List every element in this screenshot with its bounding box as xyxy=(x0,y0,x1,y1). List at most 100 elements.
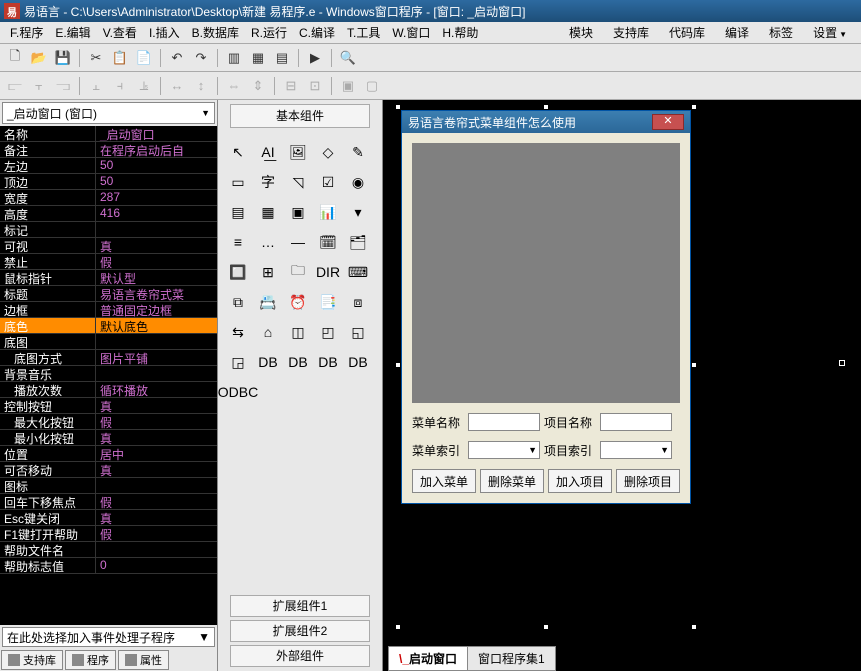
menu-edit[interactable]: E.编辑 xyxy=(49,22,96,43)
palette-icon-22[interactable]: 🗀 xyxy=(286,260,310,284)
palette-icon-38[interactable]: DB xyxy=(316,350,340,374)
menu-support[interactable]: 支持库 xyxy=(603,22,659,43)
tab-support-lib[interactable]: 支持库 xyxy=(1,650,63,670)
prop-row[interactable]: 控制按钮真 xyxy=(0,398,217,414)
palette-title[interactable]: 基本组件 xyxy=(230,104,370,128)
same-width-icon[interactable]: ↔ xyxy=(166,75,188,97)
palette-icon-13[interactable]: 📊 xyxy=(316,200,340,224)
prop-row[interactable]: F1键打开帮助假 xyxy=(0,526,217,542)
menu-window[interactable]: W.窗口 xyxy=(386,22,436,43)
design-canvas[interactable]: 易语言卷帘式菜单组件怎么使用 ✕ 菜单名称 项目名称 菜单索引 ▼ 项目索引 ▼ xyxy=(383,100,861,671)
add-item-button[interactable]: 加入项目 xyxy=(548,469,612,493)
palette-icon-35[interactable]: ◲ xyxy=(226,350,250,374)
layout2-icon[interactable]: ▦ xyxy=(247,47,269,69)
palette-icon-5[interactable]: ▭ xyxy=(226,170,250,194)
save-icon[interactable]: 💾 xyxy=(52,47,74,69)
palette-icon-40[interactable]: ODBC xyxy=(226,380,250,404)
prop-row[interactable]: 左边50 xyxy=(0,158,217,174)
prop-row[interactable]: 背景音乐 xyxy=(0,366,217,382)
align-center-icon[interactable]: ⫟ xyxy=(28,75,50,97)
prop-row[interactable]: 标题易语言卷帘式菜 xyxy=(0,286,217,302)
tab-program[interactable]: 程序 xyxy=(65,650,116,670)
palette-icon-30[interactable]: ⇆ xyxy=(226,320,250,344)
open-icon[interactable]: 📂 xyxy=(28,47,50,69)
prop-row[interactable]: 禁止假 xyxy=(0,254,217,270)
prop-row[interactable]: 顶边50 xyxy=(0,174,217,190)
prop-row[interactable]: 底图方式图片平铺 xyxy=(0,350,217,366)
palette-icon-2[interactable]: 🖼 xyxy=(286,140,310,164)
palette-icon-1[interactable]: A͟I xyxy=(256,140,280,164)
palette-icon-7[interactable]: ◹ xyxy=(286,170,310,194)
palette-icon-33[interactable]: ◰ xyxy=(316,320,340,344)
prop-row[interactable]: 图标 xyxy=(0,478,217,494)
menu-insert[interactable]: I.插入 xyxy=(143,22,186,43)
palette-ext1[interactable]: 扩展组件1 xyxy=(230,595,370,617)
prop-row[interactable]: Esc键关闭真 xyxy=(0,510,217,526)
palette-icon-16[interactable]: … xyxy=(256,230,280,254)
hspace-icon[interactable]: ⇔ xyxy=(223,75,245,97)
event-combo[interactable]: 在此处选择加入事件处理子程序▼ xyxy=(2,627,215,647)
item-name-input[interactable] xyxy=(600,413,672,431)
prop-row[interactable]: 播放次数循环播放 xyxy=(0,382,217,398)
align-left-icon[interactable]: ⫍ xyxy=(4,75,26,97)
new-icon[interactable]: 🗋 xyxy=(4,47,26,69)
palette-icon-3[interactable]: ◇ xyxy=(316,140,340,164)
find-icon[interactable]: 🔍 xyxy=(337,47,359,69)
prop-row[interactable]: 备注在程序启动后自 xyxy=(0,142,217,158)
prop-row[interactable]: 名称_启动窗口 xyxy=(0,126,217,142)
menu-name-input[interactable] xyxy=(468,413,540,431)
menu-tools[interactable]: T.工具 xyxy=(341,22,386,43)
menu-tag[interactable]: 标签 xyxy=(759,22,803,43)
palette-icon-24[interactable]: ⌨ xyxy=(346,260,370,284)
layout1-icon[interactable]: ▥ xyxy=(223,47,245,69)
palette-icon-10[interactable]: ▤ xyxy=(226,200,250,224)
palette-icon-36[interactable]: DB xyxy=(256,350,280,374)
del-menu-button[interactable]: 删除菜单 xyxy=(480,469,544,493)
menu-file[interactable]: F.程序 xyxy=(4,22,49,43)
run-icon[interactable]: ▶ xyxy=(304,47,326,69)
align-bottom-icon[interactable]: ⫡ xyxy=(133,75,155,97)
palette-icon-8[interactable]: ☑ xyxy=(316,170,340,194)
palette-icon-19[interactable]: 🗂 xyxy=(346,230,370,254)
palette-icon-17[interactable]: — xyxy=(286,230,310,254)
prop-row[interactable]: 可否移动真 xyxy=(0,462,217,478)
menu-compile2[interactable]: 编译 xyxy=(715,22,759,43)
palette-icon-14[interactable]: ▾ xyxy=(346,200,370,224)
copy-icon[interactable]: 📋 xyxy=(109,47,131,69)
palette-external[interactable]: 外部组件 xyxy=(230,645,370,667)
doc-tab-window[interactable]: \_启动窗口 xyxy=(388,646,468,671)
palette-icon-18[interactable]: 🗓 xyxy=(316,230,340,254)
align-top-icon[interactable]: ⫠ xyxy=(85,75,107,97)
palette-icon-21[interactable]: ⊞ xyxy=(256,260,280,284)
center-v-icon[interactable]: ⊡ xyxy=(304,75,326,97)
palette-icon-32[interactable]: ◫ xyxy=(286,320,310,344)
doc-tab-code[interactable]: 窗口程序集1 xyxy=(467,646,556,671)
prop-row[interactable]: 底图 xyxy=(0,334,217,350)
palette-icon-9[interactable]: ◉ xyxy=(346,170,370,194)
palette-icon-27[interactable]: ⏰ xyxy=(286,290,310,314)
paste-icon[interactable]: 📄 xyxy=(133,47,155,69)
prop-row[interactable]: 高度416 xyxy=(0,206,217,222)
vspace-icon[interactable]: ⇕ xyxy=(247,75,269,97)
palette-icon-23[interactable]: DIR xyxy=(316,260,340,284)
prop-row[interactable]: 位置居中 xyxy=(0,446,217,462)
palette-icon-37[interactable]: DB xyxy=(286,350,310,374)
tab-property[interactable]: 属性 xyxy=(118,650,169,670)
menu-compile[interactable]: C.编译 xyxy=(293,22,341,43)
item-index-select[interactable]: ▼ xyxy=(600,441,672,459)
prop-row[interactable]: 可视真 xyxy=(0,238,217,254)
menu-run[interactable]: R.运行 xyxy=(245,22,293,43)
prop-row[interactable]: 边框普通固定边框 xyxy=(0,302,217,318)
menu-codelib[interactable]: 代码库 xyxy=(659,22,715,43)
prop-row[interactable]: 底色默认底色 xyxy=(0,318,217,334)
palette-icon-11[interactable]: ▦ xyxy=(256,200,280,224)
property-grid[interactable]: 名称_启动窗口备注在程序启动后自左边50顶边50宽度287高度416标记可视真禁… xyxy=(0,126,217,625)
prop-row[interactable]: 回车下移焦点假 xyxy=(0,494,217,510)
palette-icon-25[interactable]: ⧉ xyxy=(226,290,250,314)
add-menu-button[interactable]: 加入菜单 xyxy=(412,469,476,493)
menu-view[interactable]: V.查看 xyxy=(97,22,143,43)
palette-icon-39[interactable]: DB xyxy=(346,350,370,374)
prop-row[interactable]: 宽度287 xyxy=(0,190,217,206)
palette-icon-20[interactable]: 🔲 xyxy=(226,260,250,284)
palette-icon-0[interactable]: ↖ xyxy=(226,140,250,164)
